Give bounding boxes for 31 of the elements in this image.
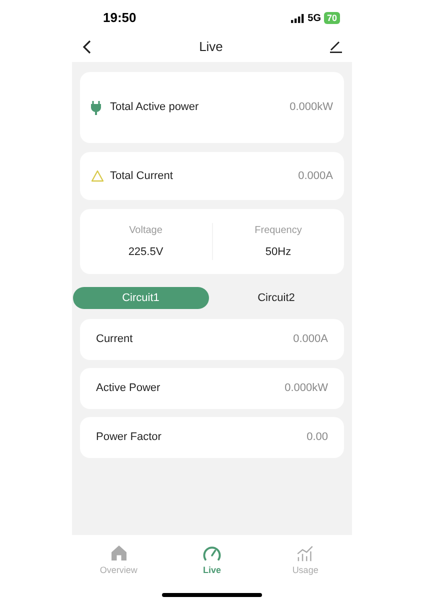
grid-value: 50Hz bbox=[265, 244, 292, 260]
home-icon bbox=[110, 544, 128, 562]
reading-label: Power Factor bbox=[96, 430, 162, 446]
reading-value: 0.00 bbox=[306, 430, 328, 446]
network-label: 5G bbox=[308, 12, 321, 26]
back-icon[interactable] bbox=[82, 40, 92, 54]
circuit-tab[interactable]: Circuit2 bbox=[208, 287, 344, 309]
grid-label: Voltage bbox=[129, 224, 162, 238]
reading-label: Current bbox=[96, 332, 133, 348]
signal-icon bbox=[290, 14, 305, 22]
nav-tab[interactable]: Live bbox=[165, 544, 259, 578]
reading-value: 0.000A bbox=[293, 332, 328, 348]
warning-triangle-icon bbox=[91, 170, 104, 182]
reading-label: Active Power bbox=[96, 381, 160, 396]
total-value: 0.000kW bbox=[290, 100, 333, 116]
gauge-icon bbox=[202, 544, 222, 562]
total-label: Total Current bbox=[110, 168, 173, 184]
plug-icon bbox=[91, 100, 101, 114]
bar-chart-icon bbox=[295, 544, 316, 562]
total-label: Total Active power bbox=[110, 100, 199, 116]
circuit-tab[interactable]: Circuit1 bbox=[73, 287, 208, 309]
grid-value: 225.5V bbox=[128, 244, 164, 260]
page-title: Live bbox=[199, 38, 223, 56]
battery-indicator: 70 bbox=[324, 12, 340, 24]
status-time: 19:50 bbox=[103, 9, 136, 28]
total-value: 0.000A bbox=[298, 168, 333, 184]
grid-label: Frequency bbox=[254, 224, 302, 238]
edit-pencil-icon[interactable] bbox=[330, 41, 342, 53]
nav-tab[interactable]: Overview bbox=[72, 544, 166, 578]
reading-value: 0.000kW bbox=[284, 381, 328, 396]
nav-tab[interactable]: Usage bbox=[258, 544, 352, 578]
